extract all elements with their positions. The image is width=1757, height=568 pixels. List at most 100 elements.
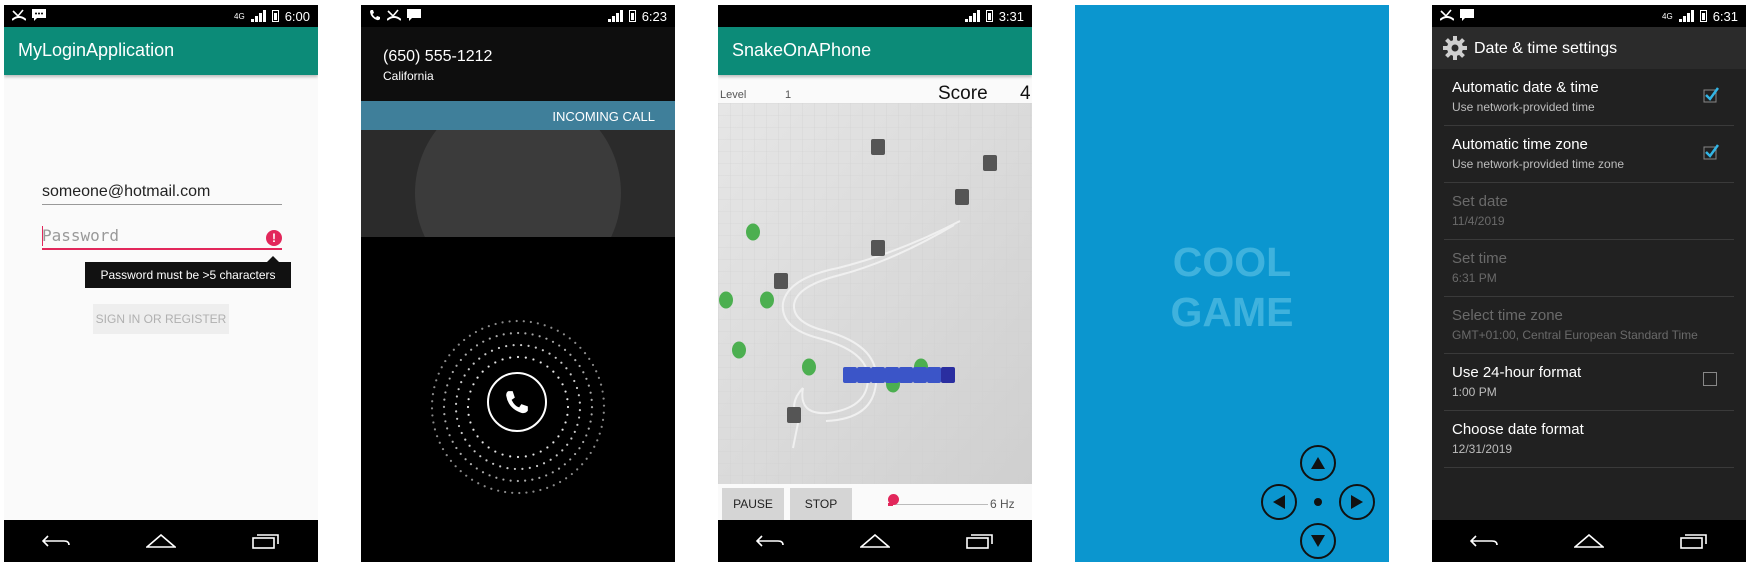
setting-subtitle: 6:31 PM (1452, 271, 1497, 285)
game-board[interactable] (718, 103, 1032, 484)
recents-icon[interactable] (960, 526, 1000, 556)
ring-dot (472, 428, 475, 431)
text-caret (42, 226, 43, 246)
pause-button[interactable]: PAUSE (722, 488, 784, 520)
error-tooltip: Password must be >5 characters (85, 256, 291, 288)
ring-dot (599, 383, 603, 386)
settings-phone-screen: 4G 6:31 Date & time settings Automatic d… (1432, 5, 1746, 562)
ring-dot (438, 441, 441, 444)
left-arrow-icon[interactable] (1261, 484, 1297, 520)
home-icon[interactable] (855, 526, 895, 556)
ring-dot (504, 490, 507, 494)
ring-dot (455, 446, 458, 450)
ring-dot (566, 405, 570, 409)
ring-dot (560, 361, 563, 364)
ring-dot (483, 485, 486, 488)
up-arrow-icon[interactable] (1300, 445, 1336, 481)
home-icon[interactable] (141, 526, 181, 556)
speed-slider-track[interactable] (888, 504, 988, 505)
checkbox-unchecked[interactable] (1703, 372, 1717, 386)
ring-dot (568, 337, 571, 340)
ring-dot (440, 366, 443, 369)
ring-dot (562, 333, 566, 336)
setting-title: Select time zone (1452, 307, 1563, 324)
ring-dot (456, 417, 459, 420)
setting-subtitle: Use network-provided time (1452, 100, 1595, 114)
ring-dot (487, 446, 490, 449)
ring-dot (452, 348, 455, 351)
ring-dot (539, 488, 542, 492)
incoming-call-phone-screen: 6:23 (650) 555-1212 California INCOMING … (361, 5, 675, 562)
ring-dot (585, 377, 588, 380)
ring-dot (488, 337, 491, 340)
sign-in-button[interactable]: SIGN IN OR REGISTER (93, 304, 229, 334)
ring-dot (546, 446, 549, 449)
settings-row[interactable]: Automatic date & time Use network-provide… (1444, 69, 1734, 126)
signal-icon (964, 10, 980, 22)
settings-row[interactable]: Use 24-hour format 1:00 PM (1444, 354, 1734, 411)
ring-dot (579, 346, 582, 349)
back-icon[interactable] (36, 526, 76, 556)
ring-dot (602, 411, 605, 414)
ring-dot (574, 359, 577, 362)
settings-title: Date & time settings (1474, 40, 1618, 57)
app-bar-title: MyLoginApplication (4, 27, 318, 75)
ring-dot (476, 435, 479, 438)
stop-button[interactable]: STOP (790, 488, 852, 520)
login-phone-screen: 4G 6:00 MyLoginApplication someone@hotma… (4, 5, 318, 562)
ring-dot (479, 455, 482, 458)
ring-dot (469, 390, 472, 393)
ring-dot (454, 465, 457, 468)
password-field[interactable]: Password (42, 226, 282, 250)
speed-slider-thumb[interactable] (888, 494, 899, 505)
ring-dot (524, 479, 527, 482)
ring-dot (585, 457, 588, 460)
setting-title: Automatic date & time (1452, 79, 1599, 96)
ring-dot (525, 491, 528, 494)
ring-dot (581, 463, 584, 466)
recents-icon[interactable] (246, 526, 286, 556)
setting-subtitle: 11/4/2019 (1452, 214, 1505, 228)
status-time: 6:23 (641, 8, 667, 24)
back-icon[interactable] (750, 526, 790, 556)
battery-icon (271, 10, 279, 22)
settings-row[interactable]: Choose date format 12/31/2019 (1444, 411, 1734, 468)
signal-icon (250, 10, 266, 22)
ring-dot (463, 338, 466, 342)
status-time: 6:31 (1712, 8, 1738, 24)
ring-dot (532, 358, 535, 361)
settings-row[interactable]: Automatic time zone Use network-provided … (1444, 126, 1734, 183)
checkbox-checked[interactable] (1703, 87, 1720, 103)
ring-dot (443, 413, 446, 416)
ring-dot (464, 353, 467, 356)
ring-dot (542, 462, 546, 465)
ring-dot (531, 478, 534, 481)
back-icon[interactable] (1464, 526, 1504, 556)
checkbox-checked[interactable] (1703, 144, 1720, 160)
game-title-line2: GAME (1170, 289, 1294, 335)
settings-list: Automatic date & time Use network-provide… (1432, 69, 1746, 468)
battery-icon (985, 10, 993, 22)
missed-call-icon (11, 8, 27, 24)
ring-dot (552, 484, 555, 487)
email-field[interactable]: someone@hotmail.com (42, 183, 282, 205)
ring-dot (590, 406, 594, 409)
answer-call-button[interactable] (487, 372, 547, 432)
ring-dot (532, 490, 535, 493)
ring-dot (501, 453, 504, 456)
status-bar: 3:31 (718, 5, 1032, 27)
ring-dot (454, 402, 458, 406)
ring-dot (481, 471, 485, 474)
ring-dot (451, 370, 454, 374)
ring-dot (588, 357, 591, 360)
setting-title: Set date (1452, 193, 1508, 210)
ring-dot (475, 467, 478, 470)
right-arrow-icon[interactable] (1339, 484, 1375, 520)
ring-dot (468, 334, 471, 337)
recents-icon[interactable] (1674, 526, 1714, 556)
ring-dot (518, 491, 521, 495)
ring-dot (552, 370, 555, 373)
down-arrow-icon[interactable] (1300, 523, 1336, 559)
ring-dot (490, 349, 494, 352)
home-icon[interactable] (1569, 526, 1609, 556)
